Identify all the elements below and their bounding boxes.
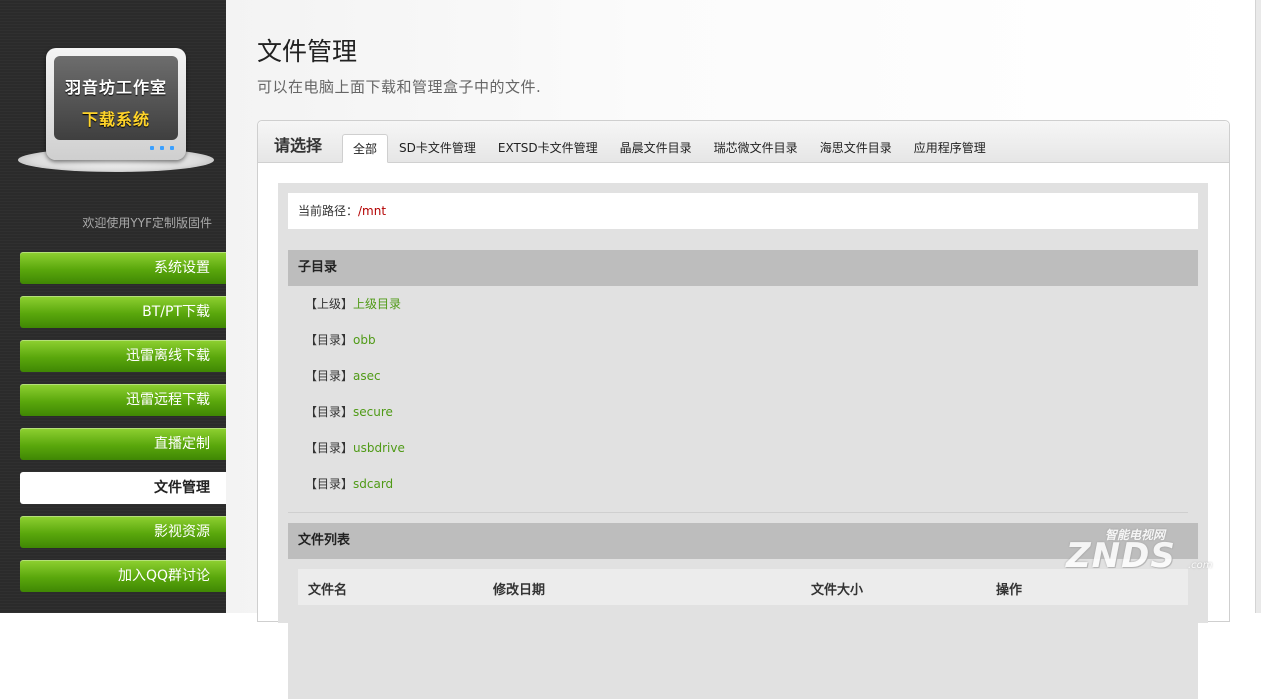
page-subtitle: 可以在电脑上面下载和管理盒子中的文件. — [257, 78, 542, 96]
tab-amlogic-dir[interactable]: 晶晨文件目录 — [609, 134, 703, 162]
logo-led-icons — [144, 139, 174, 154]
sidebar-item-xunlei-offline[interactable]: 迅雷离线下载 — [20, 340, 226, 372]
dir-link[interactable]: asec — [353, 369, 381, 383]
col-header-actions: 操作 — [996, 583, 1023, 598]
current-path-label: 当前路径： — [298, 204, 359, 218]
list-item: 【目录】obb — [288, 322, 1198, 358]
subdir-list: 【上级】上级目录 【目录】obb 【目录】asec 【目录】secure 【目录… — [288, 286, 1198, 491]
tab-extsd-card[interactable]: EXTSD卡文件管理 — [487, 134, 609, 162]
page-title: 文件管理 — [257, 37, 358, 66]
tab-all[interactable]: 全部 — [342, 134, 389, 163]
logo[interactable]: 羽音坊工作室 下载系统 — [18, 40, 214, 175]
sidebar-menu: 系统设置 BT/PT下载 迅雷离线下载 迅雷远程下载 直播定制 文件管理 影视资… — [20, 252, 226, 604]
dir-kind: 【上级】 — [305, 297, 354, 311]
list-item: 【上级】上级目录 — [288, 286, 1198, 322]
choose-label: 请选择 — [274, 136, 323, 155]
tab-app-management[interactable]: 应用程序管理 — [903, 134, 997, 162]
dir-kind: 【目录】 — [305, 405, 354, 419]
dir-link[interactable]: sdcard — [353, 477, 393, 491]
dir-link[interactable]: usbdrive — [353, 441, 405, 455]
panel-header: 请选择 全部 SD卡文件管理 EXTSD卡文件管理 晶晨文件目录 瑞芯微文件目录… — [258, 121, 1229, 163]
col-header-filename[interactable]: 文件名 — [308, 579, 347, 598]
list-item: 【目录】sdcard — [288, 466, 1198, 502]
sidebar: 羽音坊工作室 下载系统 欢迎使用YYF定制版固件 系统设置 BT/PT下载 迅雷… — [0, 0, 226, 613]
logo-tv-screen: 羽音坊工作室 下载系统 — [54, 56, 178, 140]
sidebar-item-video-resources[interactable]: 影视资源 — [20, 516, 226, 548]
tab-hisilicon-dir[interactable]: 海思文件目录 — [809, 134, 903, 162]
current-path-value: /mnt — [358, 204, 387, 218]
sidebar-item-file-management[interactable]: 文件管理 — [20, 472, 226, 504]
sidebar-item-xunlei-remote[interactable]: 迅雷远程下载 — [20, 384, 226, 416]
dir-link[interactable]: secure — [353, 405, 393, 419]
col-header-modified[interactable]: 修改日期 — [493, 579, 545, 598]
sidebar-item-system-settings[interactable]: 系统设置 — [20, 252, 226, 284]
subdir-section-title: 子目录 — [288, 250, 1198, 286]
welcome-text: 欢迎使用YYF定制版固件 — [82, 216, 212, 230]
dir-kind: 【目录】 — [305, 477, 354, 491]
sidebar-item-live-custom[interactable]: 直播定制 — [20, 428, 226, 460]
znds-watermark: 智能电视网 ZNDS .com — [1050, 516, 1213, 586]
tab-bar: 全部 SD卡文件管理 EXTSD卡文件管理 晶晨文件目录 瑞芯微文件目录 海思文… — [342, 134, 997, 163]
tab-rockchip-dir[interactable]: 瑞芯微文件目录 — [703, 134, 809, 162]
current-path-bar: 当前路径：/mnt — [288, 193, 1198, 229]
tab-sd-card[interactable]: SD卡文件管理 — [388, 134, 487, 162]
col-header-size[interactable]: 文件大小 — [811, 579, 863, 598]
sidebar-item-bt-pt-download[interactable]: BT/PT下载 — [20, 296, 226, 328]
watermark-suffix: .com — [1188, 560, 1213, 571]
sidebar-item-join-qq-group[interactable]: 加入QQ群讨论 — [20, 560, 226, 592]
list-item: 【目录】asec — [288, 358, 1198, 394]
dir-kind: 【目录】 — [305, 369, 354, 383]
logo-subtitle: 下载系统 — [81, 110, 150, 129]
dir-link-parent[interactable]: 上级目录 — [353, 297, 401, 311]
scrollbar-edge[interactable] — [1255, 0, 1261, 613]
list-item: 【目录】secure — [288, 394, 1198, 430]
dir-link[interactable]: obb — [353, 333, 376, 347]
logo-tv: 羽音坊工作室 下载系统 — [46, 48, 186, 160]
dir-kind: 【目录】 — [305, 441, 354, 455]
watermark-logo: ZNDS — [1066, 536, 1176, 576]
list-item: 【目录】usbdrive — [288, 430, 1198, 466]
divider — [288, 512, 1188, 513]
dir-kind: 【目录】 — [305, 333, 354, 347]
logo-title: 羽音坊工作室 — [64, 78, 167, 97]
